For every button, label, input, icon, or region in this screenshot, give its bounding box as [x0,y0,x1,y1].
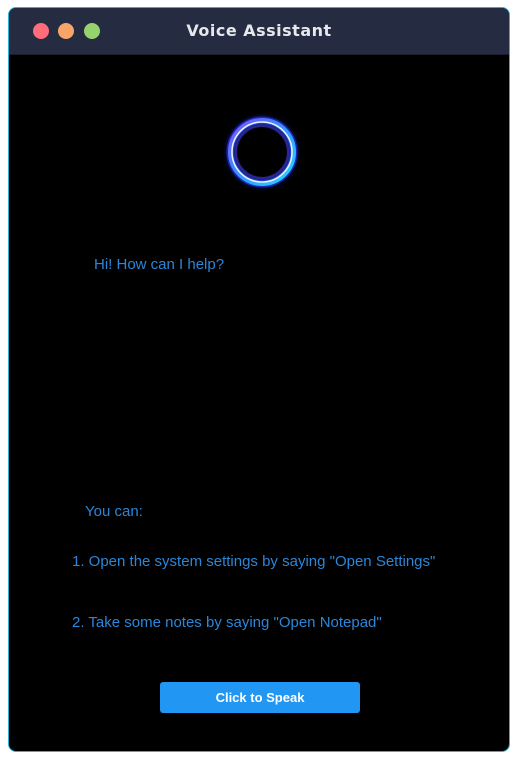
title-bar[interactable]: Voice Assistant [9,8,509,55]
tip-open-notepad: 2. Take some notes by saying "Open Notep… [72,614,382,631]
voice-assistant-window: Voice Assistant Hi! How can I help? You … [8,7,510,752]
glowing-ring-icon [221,111,303,193]
click-to-speak-button[interactable]: Click to Speak [160,682,360,713]
window-title: Voice Assistant [186,21,332,40]
tip-open-settings: 1. Open the system settings by saying "O… [72,553,436,570]
tips-heading: You can: [85,503,143,520]
greeting-text: Hi! How can I help? [94,256,225,273]
